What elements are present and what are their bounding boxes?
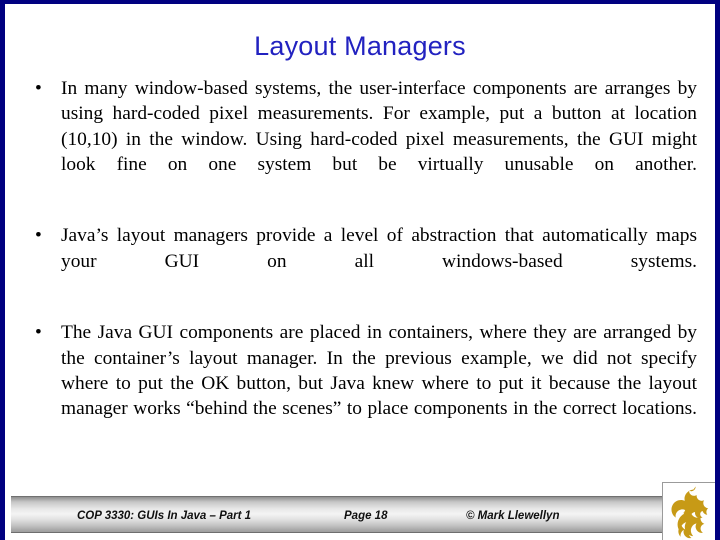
footer-copyright: © Mark Llewellyn <box>466 509 560 522</box>
bullet-marker: • <box>35 78 42 99</box>
bullet-item: • The Java GUI components are placed in … <box>23 320 697 446</box>
bullet-item: • Java’s layout managers provide a level… <box>23 223 697 299</box>
bullet-text: Java’s layout managers provide a level o… <box>61 225 697 272</box>
footer-page-number: Page 18 <box>344 509 388 522</box>
footer: COP 3330: GUIs In Java – Part 1 Page 18 … <box>11 498 709 533</box>
bullet-text: In many window-based systems, the user-i… <box>61 78 697 175</box>
bullet-marker: • <box>35 225 42 247</box>
bullet-text: The Java GUI components are placed in co… <box>61 322 697 420</box>
page-title: Layout Managers <box>254 31 466 61</box>
bullet-marker: • <box>35 322 42 344</box>
bullet-item: • In many window-based systems, the user… <box>23 76 697 202</box>
slide-body: • In many window-based systems, the user… <box>23 76 697 447</box>
pegasus-icon <box>671 486 709 539</box>
slide: Layout Managers • In many window-based s… <box>0 0 720 540</box>
ucf-pegasus-logo <box>662 482 715 540</box>
footer-course-label: COP 3330: GUIs In Java – Part 1 <box>77 509 252 522</box>
